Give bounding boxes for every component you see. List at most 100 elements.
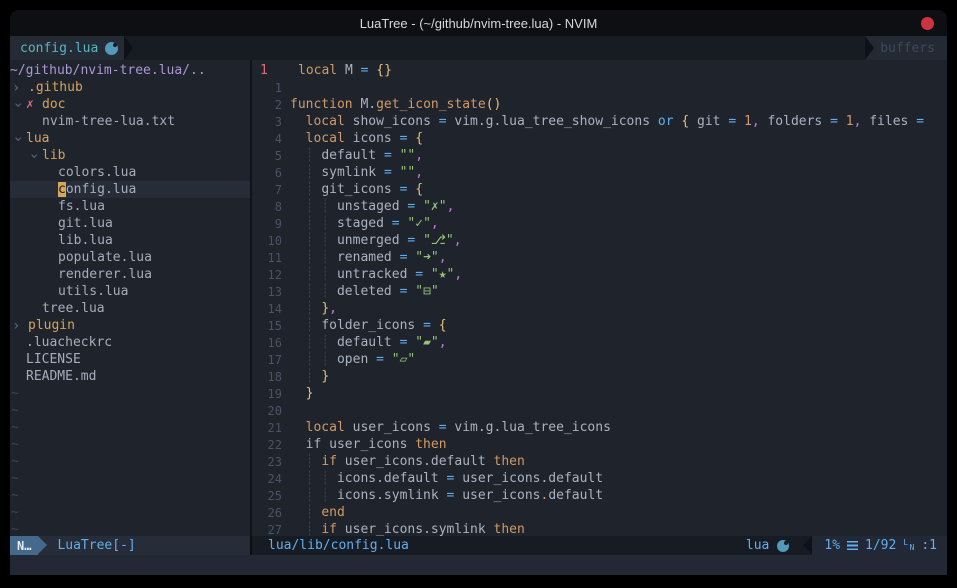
tree-item-label: config.lua [58,182,136,197]
code-line[interactable]: 15 ┊ folder_icons = { [252,317,947,334]
tree-item[interactable]: fs.lua [10,198,250,215]
code-line[interactable]: 26 ┊ end [252,504,947,521]
token-fg [290,352,306,367]
chevron-down-icon[interactable]: › [10,97,26,113]
tree-item[interactable]: utils.lua [10,283,250,300]
code-line[interactable]: 2function M.get_icon_state() [252,96,947,113]
token-fg: unmerged [337,233,407,248]
token-fg [290,488,306,503]
code-text: ┊ ┊ deleted = "⊟" [290,284,439,299]
token-fg: staged [337,216,392,231]
code-line[interactable]: 6 ┊ symlink = "", [252,164,947,181]
tree-item[interactable]: ~/github/nvim-tree.lua/.. [10,62,250,79]
tree-item[interactable]: config.lua [10,181,250,198]
buffers-segment[interactable]: buffers [865,36,947,60]
scroll-percent: 1% [824,538,840,553]
token-fg [290,437,306,452]
token-op: = [376,352,392,367]
token-fg: default [548,488,603,503]
token-fg [290,114,306,129]
code-line[interactable]: 18 ┊ } [252,368,947,385]
code-line[interactable]: 25 ┊ ┊ icons.symlink = user_icons.defaul… [252,487,947,504]
line-number: 3 [252,115,282,129]
tree-item[interactable]: nvim-tree-lua.txt [10,113,250,130]
empty-buffer-line: ~ [10,470,250,487]
tree-item-label: ~/github/nvim-tree.lua/.. [10,63,206,78]
token-fg [290,233,306,248]
token-guide: ┊ [306,318,322,333]
tree-item[interactable]: ›plugin [10,317,250,334]
code-line[interactable]: 24 ┊ ┊ icons.default = user_icons.defaul… [252,470,947,487]
indent-spacer [10,155,26,156]
code-line[interactable]: 5 ┊ default = "", [252,147,947,164]
empty-buffer-line: ~ [10,419,250,436]
code-line[interactable]: 22 if user_icons then [252,436,947,453]
tilde-marker: ~ [10,454,19,469]
token-comma: , [329,301,337,316]
indent-spacer [10,291,58,292]
tree-window-title: LuaTree[-] [57,536,135,555]
code-line[interactable]: 7 ┊ git_icons = { [252,181,947,198]
code-line[interactable]: 16 ┊ ┊ default = "▰", [252,334,947,351]
token-guide: ┊ [306,165,322,180]
code-text: if user_icons then [290,437,447,452]
chevron-right-icon[interactable]: › [10,80,28,96]
code-line[interactable]: 3 local show_icons = vim.g.lua_tree_show… [252,113,947,130]
token-guide: ┊ ┊ [306,352,337,367]
token-op: = [361,63,377,78]
code-line[interactable]: 8 ┊ ┊ unstaged = "✗", [252,198,947,215]
tree-item[interactable]: git.lua [10,215,250,232]
code-line[interactable]: 13 ┊ ┊ deleted = "⊟" [252,283,947,300]
token-fg: user_icons.default [462,471,603,486]
token-guide: ┊ ┊ [306,284,337,299]
chevron-down-icon[interactable]: › [10,131,26,147]
token-kw: if [321,522,344,536]
code-line[interactable]: 17 ┊ ┊ open = "▱" [252,351,947,368]
token-str: "⎇" [423,233,454,248]
close-button[interactable] [921,17,934,30]
code-line[interactable]: 12 ┊ ┊ untracked = "★", [252,266,947,283]
token-fg [290,250,306,265]
token-fg [290,199,306,214]
code-line[interactable]: 4 local icons = { [252,130,947,147]
tree-item[interactable]: populate.lua [10,249,250,266]
code-line[interactable]: 20 [252,402,947,419]
token-comma: , [439,335,447,350]
tree-item[interactable]: tree.lua [10,300,250,317]
tree-item[interactable]: ›lib [10,147,250,164]
tree-item[interactable]: ›.github [10,79,250,96]
tree-item[interactable]: lib.lua [10,232,250,249]
tilde-marker: ~ [10,437,19,452]
indent-spacer [10,257,58,258]
token-fg [290,471,306,486]
token-comma: , [454,233,462,248]
code-line[interactable]: 1 [252,79,947,96]
code-text: ┊ } [290,369,329,384]
chevron-down-icon[interactable]: › [26,148,42,164]
tree-item[interactable]: LICENSE [10,351,250,368]
command-line[interactable] [10,555,947,575]
code-line[interactable]: 27 ┊ if user_icons.symlink then [252,521,947,536]
tree-item[interactable]: renderer.lua [10,266,250,283]
tab-config-lua[interactable]: config.lua [10,36,124,60]
empty-buffer-line: ~ [10,487,250,504]
code-line[interactable]: 14 ┊ }, [252,300,947,317]
tree-item[interactable]: colors.lua [10,164,250,181]
chevron-right-icon[interactable]: › [10,318,28,334]
code-line[interactable]: 19 } [252,385,947,402]
line-number: 7 [252,183,282,197]
code-line[interactable]: 9 ┊ ┊ staged = "✓", [252,215,947,232]
token-comma: , [447,199,455,214]
code-line[interactable]: 23 ┊ if user_icons.default then [252,453,947,470]
code-line[interactable]: 21 local user_icons = vim.g.lua_tree_ico… [252,419,947,436]
tree-item[interactable]: README.md [10,368,250,385]
token-brace: } [306,386,314,401]
code-line[interactable]: 1local M = {} [252,62,947,79]
code-line[interactable]: 11 ┊ ┊ renamed = "➜", [252,249,947,266]
token-op: = [400,284,416,299]
code-line[interactable]: 10 ┊ ┊ unmerged = "⎇", [252,232,947,249]
tree-item[interactable]: .luacheckrc [10,334,250,351]
tree-item[interactable]: ›✗doc [10,96,250,113]
indent-spacer [10,206,58,207]
tree-item[interactable]: ›lua [10,130,250,147]
